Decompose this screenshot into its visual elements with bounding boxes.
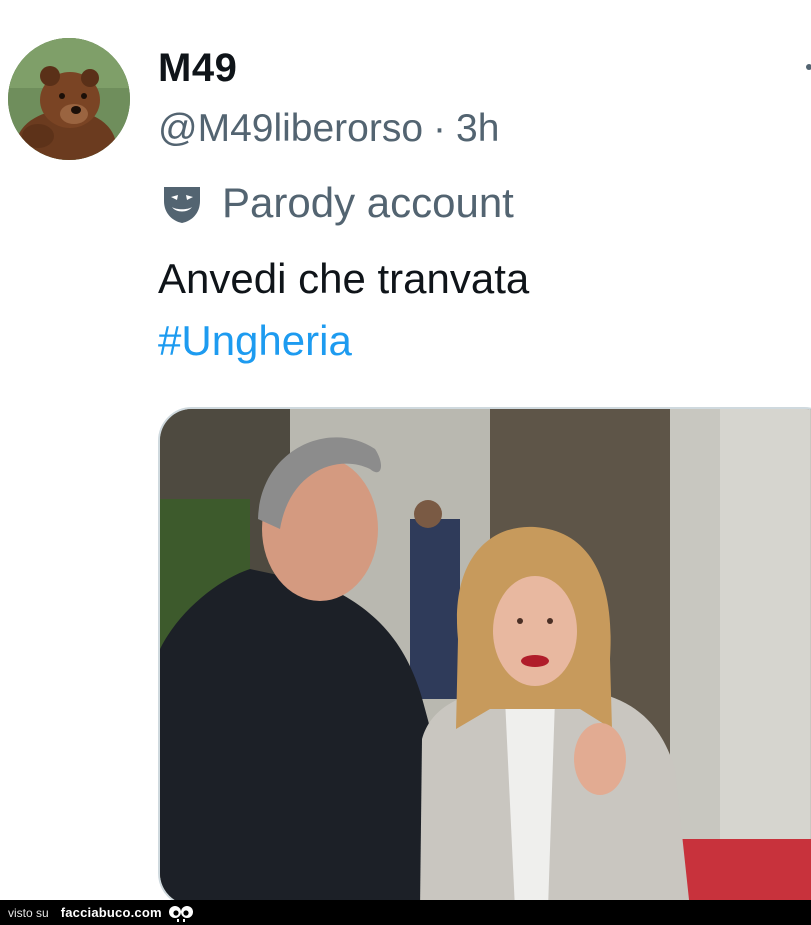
tweet-meta: @M49liberorso · 3h [158, 106, 499, 152]
photo-image [160, 409, 811, 905]
avatar[interactable] [8, 38, 130, 160]
meta-separator: · [433, 107, 447, 150]
eyes-icon [168, 905, 193, 922]
theater-mask-icon [164, 187, 200, 223]
user-handle[interactable]: @M49liberorso [158, 107, 423, 150]
visto-su-label: visto su [8, 905, 49, 920]
hashtag-link[interactable]: #Ungheria [158, 314, 352, 368]
display-name[interactable]: M49 [158, 44, 237, 92]
bear-avatar-image [8, 38, 130, 160]
more-options-icon[interactable] [806, 64, 811, 70]
parody-label: Parody account [160, 178, 514, 228]
brand-name[interactable]: facciabuco.com [61, 905, 162, 920]
tweet-photo[interactable] [158, 407, 811, 907]
watermark-footer: visto su facciabuco.com [0, 900, 811, 925]
parody-account-label: Parody account [222, 179, 514, 226]
tweet-text: Anvedi che tranvata [158, 255, 530, 302]
timestamp[interactable]: 3h [456, 107, 499, 150]
